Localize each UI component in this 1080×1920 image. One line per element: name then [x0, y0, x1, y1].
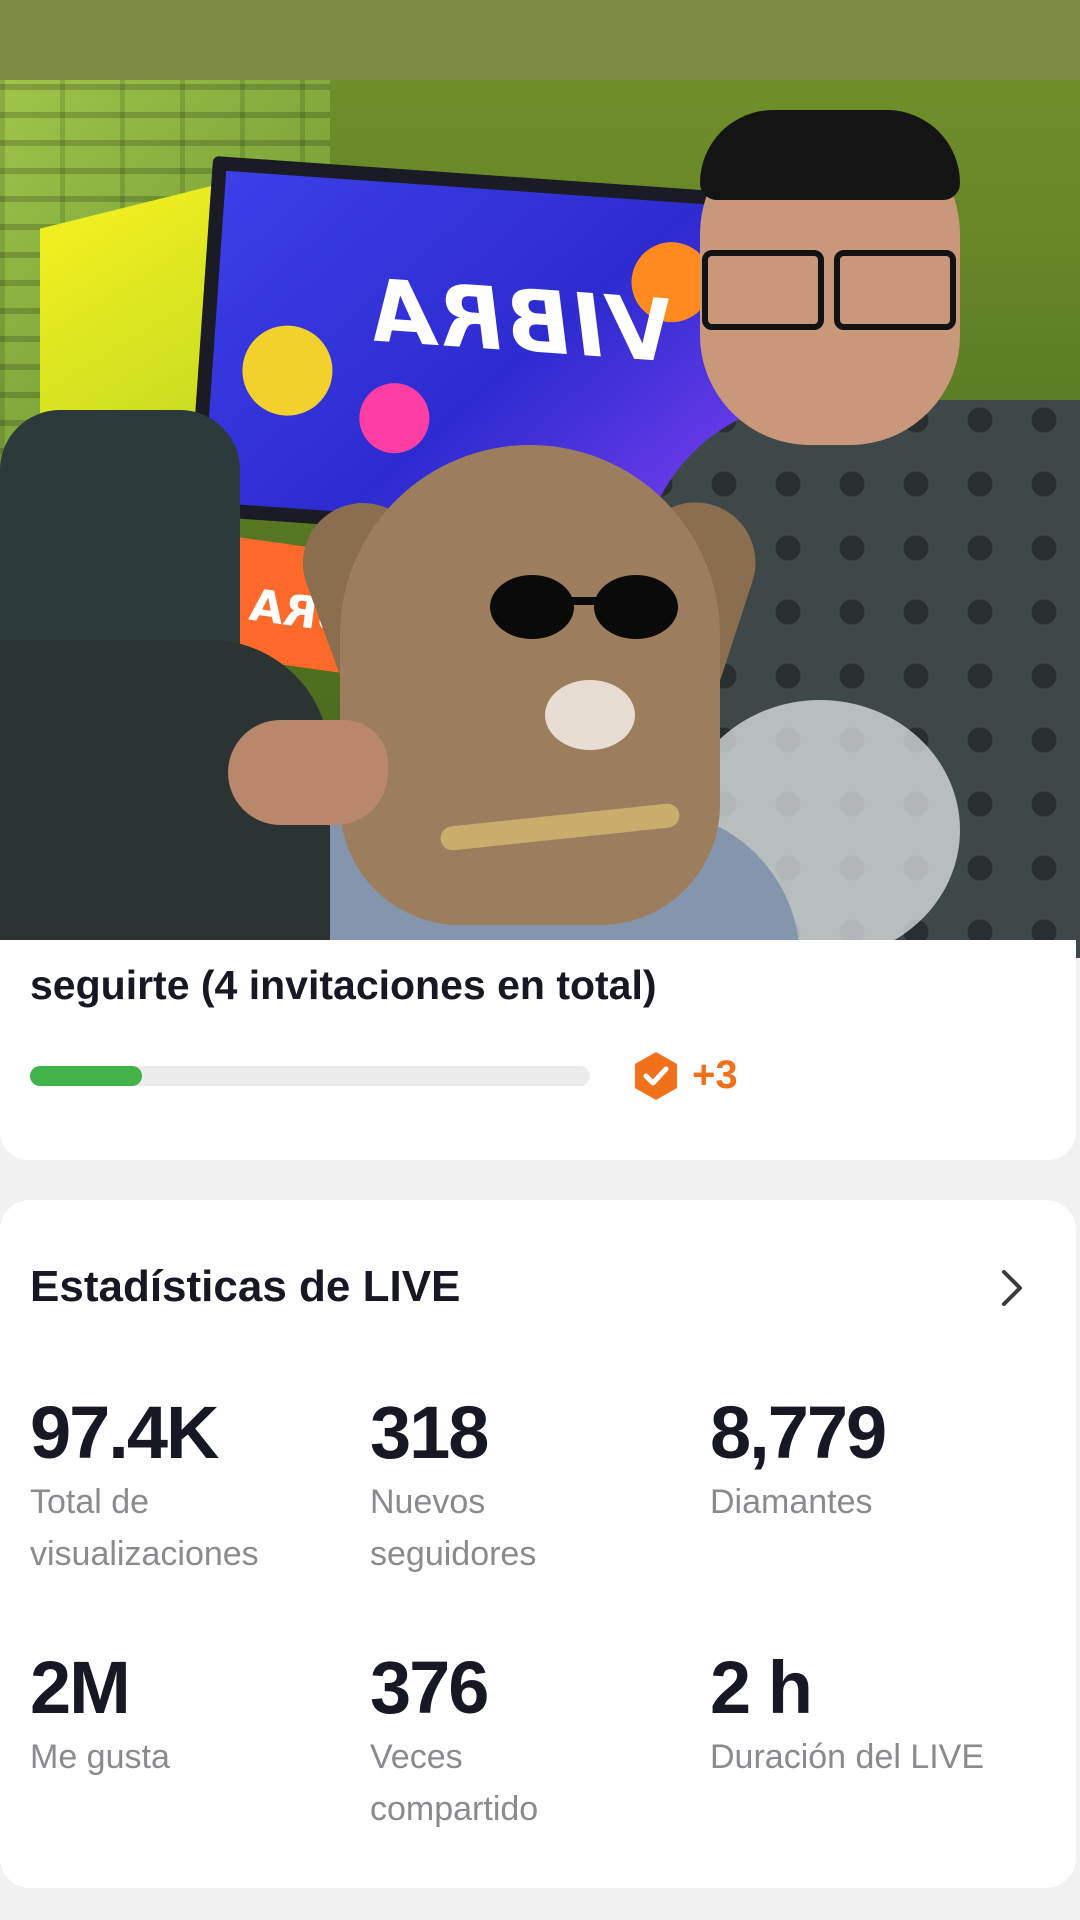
stat-label: Duración del LIVE	[710, 1738, 985, 1776]
dog-sunglasses	[490, 575, 680, 645]
stat-label: Diamantes	[710, 1483, 873, 1521]
stats-title: Estadísticas de LIVE	[30, 1262, 461, 1311]
stat-value: 8,779	[710, 1391, 887, 1474]
stat-label: Nuevos seguidores	[370, 1483, 537, 1573]
tv-logo-text: VIBRA	[363, 261, 677, 383]
live-video-overlay[interactable]: VIBRA VIBRA	[0, 80, 1080, 958]
stat-value: 376	[370, 1646, 489, 1729]
dog-snout	[545, 680, 635, 750]
stat-diamonds: 8,779 Diamantes	[710, 1390, 1000, 1528]
stat-value: 318	[370, 1391, 489, 1474]
stat-label: Veces compartido	[370, 1738, 539, 1828]
person-hand	[228, 720, 388, 825]
invite-progress-bar	[30, 1066, 590, 1086]
person-hair	[700, 110, 960, 200]
invite-progress-fill	[30, 1066, 142, 1086]
eyeglasses	[702, 250, 956, 330]
invite-reward: +3	[692, 1053, 738, 1097]
stat-likes: 2M Me gusta	[30, 1645, 320, 1783]
stat-label: Total de visualizaciones	[30, 1483, 259, 1573]
stat-total-views: 97.4K Total de visualizaciones	[30, 1390, 320, 1580]
stat-value: 97.4K	[30, 1391, 219, 1474]
stat-shares: 376 Veces compartido	[370, 1645, 600, 1835]
chevron-right-icon[interactable]	[996, 1264, 1030, 1312]
stat-value: 2M	[30, 1646, 131, 1729]
invite-description: seguirte (4 invitaciones en total)	[30, 962, 657, 1008]
invite-card: seguirte (4 invitaciones en total)	[0, 940, 1076, 1160]
top-status-bar	[0, 0, 1080, 80]
stat-label: Me gusta	[30, 1738, 170, 1776]
verified-badge-icon	[635, 1052, 677, 1100]
stat-live-duration: 2 h Duración del LIVE	[710, 1645, 1050, 1783]
stat-new-followers: 318 Nuevos seguidores	[370, 1390, 600, 1580]
dog	[340, 445, 720, 925]
stat-value: 2 h	[710, 1646, 813, 1729]
